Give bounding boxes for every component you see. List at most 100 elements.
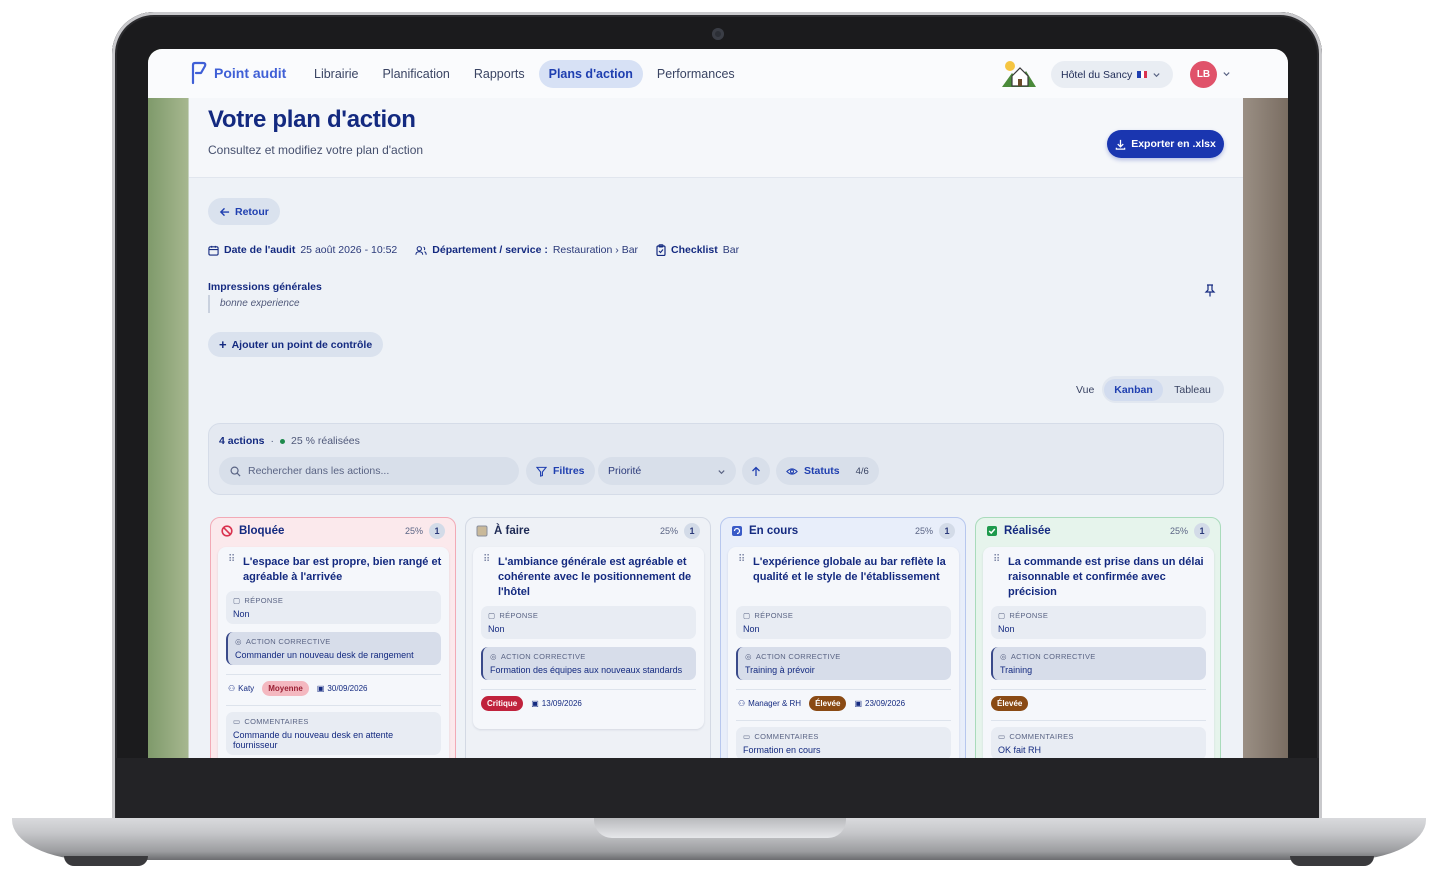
response-label: ▢ RÉPONSE — [743, 611, 944, 620]
action-card[interactable]: ⠿ L'ambiance générale est agréable et co… — [473, 547, 704, 729]
nav-planification[interactable]: Planification — [372, 60, 459, 88]
statuses-count: 4/6 — [855, 465, 869, 477]
checklist-label: Checklist — [671, 244, 718, 256]
hotel-selector[interactable]: Hôtel du Sancy — [1051, 61, 1173, 88]
comments-value: OK fait RH — [998, 745, 1042, 755]
due-date[interactable]: ▣ 13/09/2026 — [529, 696, 584, 711]
laptop-chin — [116, 758, 1319, 820]
comment-icon: ▭ — [998, 732, 1006, 741]
corrective-value: Training — [1000, 665, 1033, 675]
column-title: Réalisée — [1004, 525, 1051, 537]
column-bloquee: Bloquée 25% 1 ⠿ L'espace bar est propre,… — [210, 517, 456, 758]
in-progress-icon — [732, 526, 742, 536]
actions-count: 4 actions — [219, 435, 265, 447]
response-value: Non — [998, 624, 1015, 634]
export-xlsx-button[interactable]: Exporter en .xlsx — [1107, 130, 1224, 158]
brand-logo[interactable]: Point audit — [190, 61, 286, 85]
response-field: ▢ RÉPONSE Non — [736, 606, 951, 639]
assignee[interactable]: ⚇ Katy — [226, 681, 256, 696]
back-label: Retour — [235, 205, 269, 218]
brand-mark-icon — [191, 61, 207, 85]
page-subtitle: Consultez et modifiez votre plan d'actio… — [208, 143, 424, 157]
corrective-action-field[interactable]: ◎ ACTION CORRECTIVE Formation des équipes… — [481, 647, 696, 680]
assignee[interactable]: ⚇ Manager & RH — [736, 696, 803, 711]
corrective-label-text: ACTION CORRECTIVE — [500, 652, 586, 661]
assignee-name: Manager & RH — [748, 699, 802, 708]
clipboard-icon: ▢ — [233, 596, 241, 605]
nav-plans-action[interactable]: Plans d'action — [538, 60, 643, 88]
audit-meta: Date de l'audit 25 août 2026 - 10:52 Dép… — [208, 244, 739, 256]
column-count: 1 — [1194, 523, 1210, 539]
chevron-down-icon — [718, 469, 725, 474]
comments-label-text: COMMENTAIRES — [1009, 732, 1074, 741]
due-date[interactable]: ▣ 30/09/2026 — [315, 681, 370, 696]
corrective-action-field[interactable]: ◎ ACTION CORRECTIVE Training — [991, 647, 1206, 680]
add-checkpoint-label: Ajouter un point de contrôle — [231, 338, 373, 351]
view-toggle: Kanban Tableau — [1102, 376, 1224, 403]
nav-rapports[interactable]: Rapports — [464, 60, 535, 88]
add-checkpoint-button[interactable]: + Ajouter un point de contrôle — [208, 332, 384, 357]
eye-icon — [786, 467, 798, 475]
corrective-value: Training à prévoir — [745, 665, 815, 675]
column-header: En cours 25% 1 — [721, 518, 965, 544]
column-header: Bloquée 25% 1 — [211, 518, 455, 544]
comments-label: ▭ COMMENTAIRES — [998, 732, 1199, 741]
target-icon: ◎ — [745, 652, 752, 661]
users-icon — [415, 245, 427, 255]
department-label: Département / service : — [432, 244, 548, 256]
corrective-label: ◎ ACTION CORRECTIVE — [490, 652, 689, 661]
download-icon — [1115, 139, 1126, 150]
corrective-action-field[interactable]: ◎ ACTION CORRECTIVE Training à prévoir — [736, 647, 951, 680]
comments-label-text: COMMENTAIRES — [754, 732, 819, 741]
french-flag-icon — [1137, 71, 1148, 78]
divider — [226, 705, 441, 706]
brand-name: Point audit — [214, 65, 287, 81]
response-value: Non — [488, 624, 505, 634]
sort-ascending-button[interactable] — [742, 457, 770, 485]
nav-librairie[interactable]: Librairie — [304, 60, 368, 88]
corrective-value: Formation des équipes aux nouveaux stand… — [490, 665, 683, 675]
comments-label-text: COMMENTAIRES — [244, 717, 309, 726]
column-realisee: Réalisée 25% 1 ⠿ La commande est prise d… — [975, 517, 1221, 758]
avatar-chevron-down-icon[interactable] — [1222, 69, 1231, 78]
divider — [226, 674, 441, 675]
card-title: L'ambiance générale est agréable et cohé… — [498, 556, 692, 598]
department-value: Restauration › Bar — [552, 244, 639, 256]
drag-handle-icon[interactable]: ⠿ — [738, 555, 745, 565]
corrective-action-field[interactable]: ◎ ACTION CORRECTIVE Commander un nouveau … — [226, 632, 441, 665]
impressions-text: bonne experience — [208, 295, 300, 313]
due-date-value: 30/09/2026 — [327, 684, 368, 693]
drag-handle-icon[interactable]: ⠿ — [993, 555, 1000, 565]
nav-performances[interactable]: Performances — [647, 60, 745, 88]
arrow-up-icon — [752, 466, 760, 476]
corrective-label: ◎ ACTION CORRECTIVE — [235, 637, 434, 646]
priority-select[interactable]: Priorité — [598, 457, 736, 485]
pin-icon[interactable] — [1204, 284, 1216, 297]
view-label: Vue — [1076, 384, 1095, 396]
search-icon — [230, 466, 241, 477]
user-avatar[interactable]: LB — [1190, 61, 1217, 88]
clipboard-icon — [656, 244, 666, 256]
view-kanban[interactable]: Kanban — [1104, 378, 1163, 401]
statuses-button[interactable]: Statuts 4/6 — [776, 457, 879, 485]
clipboard-icon: ▢ — [743, 611, 751, 620]
search-input[interactable]: Rechercher dans les actions... — [219, 457, 519, 485]
action-card[interactable]: ⠿ L'expérience globale au bar reflète la… — [728, 547, 959, 758]
corrective-label: ◎ ACTION CORRECTIVE — [1000, 652, 1199, 661]
due-date[interactable]: ▣ 23/09/2026 — [852, 696, 907, 711]
divider — [481, 689, 696, 690]
calendar-icon: ▣ — [316, 684, 325, 693]
card-title: L'espace bar est propre, bien rangé et a… — [243, 556, 442, 583]
top-navigation: Point audit Librairie Planification Rapp… — [148, 49, 1288, 98]
filters-button[interactable]: Filtres — [526, 457, 595, 485]
drag-handle-icon[interactable]: ⠿ — [483, 555, 490, 565]
view-tableau[interactable]: Tableau — [1163, 379, 1222, 401]
todo-icon — [476, 525, 488, 537]
drag-handle-icon[interactable]: ⠿ — [228, 555, 235, 565]
action-card[interactable]: ⠿ La commande est prise dans un délai ra… — [983, 547, 1214, 758]
action-card[interactable]: ⠿ L'espace bar est propre, bien rangé et… — [218, 547, 449, 758]
response-label: ▢ RÉPONSE — [998, 611, 1199, 620]
back-button[interactable]: Retour — [208, 198, 280, 225]
column-header: À faire 25% 1 — [466, 518, 710, 544]
target-icon: ◎ — [490, 652, 497, 661]
